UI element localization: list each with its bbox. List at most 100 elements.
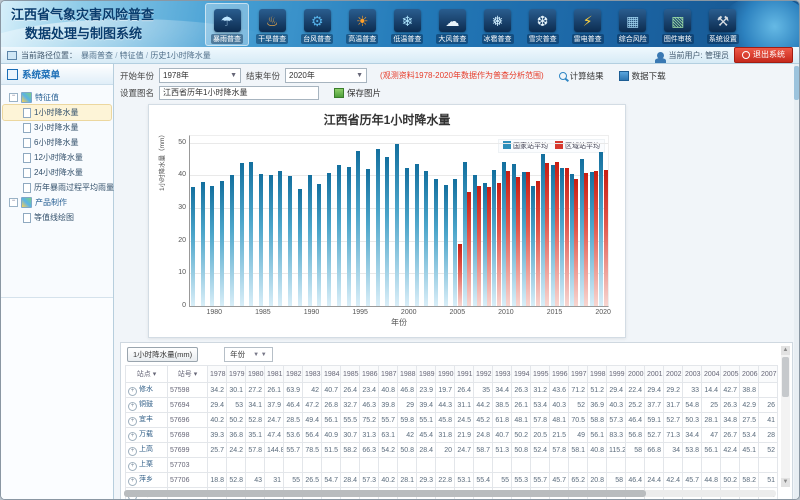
scroll-down-icon[interactable]: ▼ xyxy=(781,478,790,487)
controls: 开始年份 1978年▼ 结束年份 2020年▼ (观测资料1978-2020年数… xyxy=(114,64,799,102)
chart-title: 江西省历年1小时降水量 xyxy=(149,111,625,128)
value-cell: 24.8 xyxy=(474,428,493,443)
bar-regional-2008 xyxy=(487,187,491,306)
vertical-scroll-thumb[interactable] xyxy=(782,357,789,397)
end-year-select[interactable]: 2020年▼ xyxy=(285,68,367,83)
value-cell: 24.7 xyxy=(265,413,284,428)
gale-icon: ☁ xyxy=(439,9,466,32)
chart-name-input[interactable]: 江西省历年1小时降水量 xyxy=(159,86,319,100)
value-cell: 26.3 xyxy=(512,383,531,398)
sidebar-item-3h-precip[interactable]: 3小时降水量 xyxy=(3,120,111,135)
value-cell: 31.2 xyxy=(531,383,550,398)
breadcrumb-item[interactable]: 历史1小时降水量 xyxy=(150,51,210,60)
table-horizontal-scrollbar[interactable] xyxy=(124,490,776,497)
breadcrumb-separator: / xyxy=(113,51,120,60)
value-cell xyxy=(360,458,379,473)
column-header-year: 1985 xyxy=(341,366,360,383)
document-icon xyxy=(23,168,31,178)
value-cell: 50.8 xyxy=(398,443,417,458)
sidebar-item-contour-plot[interactable]: 等值线绘图 xyxy=(3,210,111,225)
toolbar-item-hail[interactable]: ❅冰雹普查 xyxy=(475,3,519,46)
breadcrumb-item[interactable]: 暴雨普查 xyxy=(81,51,113,60)
toolbar-item-typhoon[interactable]: ⚙台风普查 xyxy=(295,3,339,46)
scroll-up-icon[interactable]: ▲ xyxy=(781,346,790,355)
logout-button[interactable]: 退出系统 xyxy=(734,47,793,63)
sidebar-item-12h-precip[interactable]: 12小时降水量 xyxy=(3,150,111,165)
main-scroll-thumb[interactable] xyxy=(794,66,799,100)
save-image-button[interactable]: 保存图片 xyxy=(334,87,381,99)
sidebar-item-1h-precip[interactable]: 1小时降水量 xyxy=(3,105,111,120)
horizontal-scroll-thumb[interactable] xyxy=(124,490,646,497)
table-vertical-scrollbar[interactable]: ▲ ▼ xyxy=(781,346,790,487)
data-download-button[interactable]: 数据下载 xyxy=(619,70,666,82)
value-cell: 53.4 xyxy=(531,398,550,413)
bar-national-1990 xyxy=(308,175,312,306)
expand-icon[interactable]: + xyxy=(128,402,137,411)
station-id-cell: 57698 xyxy=(168,428,208,443)
toolbar-item-high-temp[interactable]: ☀高温普查 xyxy=(340,3,384,46)
station-name-cell[interactable]: +萍乡 xyxy=(126,473,168,488)
breadcrumb-item[interactable]: 特征值 xyxy=(120,51,144,60)
start-year-select[interactable]: 1978年▼ xyxy=(159,68,241,83)
collapse-icon[interactable]: − xyxy=(9,198,18,207)
toolbar-item-composite-risk[interactable]: ▦综合风险 xyxy=(611,3,655,46)
value-cell: 71.3 xyxy=(664,428,683,443)
column-header-year: 1989 xyxy=(417,366,436,383)
sidebar-group-product-making[interactable]: −产品制作 xyxy=(3,195,111,210)
collapse-icon[interactable]: − xyxy=(9,93,18,102)
toolbar-item-system-settings[interactable]: ⚒系统设置 xyxy=(701,3,745,46)
toolbar-item-gale[interactable]: ☁大风普查 xyxy=(430,3,474,46)
value-cell: 56.4 xyxy=(303,428,322,443)
toolbar-item-rainstorm[interactable]: ☂暴雨普查 xyxy=(205,3,249,46)
value-cell: 38.8 xyxy=(740,383,759,398)
expand-icon[interactable]: + xyxy=(128,432,137,441)
column-header-year: 1987 xyxy=(379,366,398,383)
expand-icon[interactable]: + xyxy=(128,387,137,396)
table-panel: 1小时降水量(mm) 年份 ▼ ▼ 站点 ▾站号 ▾19781979198019… xyxy=(120,342,793,500)
calc-result-button[interactable]: 计算结果 xyxy=(559,70,604,82)
station-name-cell[interactable]: +修水 xyxy=(126,383,168,398)
station-name-cell[interactable]: +宜丰 xyxy=(126,413,168,428)
expand-icon[interactable]: + xyxy=(128,417,137,426)
value-cell xyxy=(322,458,341,473)
chevron-down-icon: ▼ xyxy=(356,72,363,79)
unit-button[interactable]: 1小时降水量(mm) xyxy=(127,347,198,362)
toolbar-item-drought[interactable]: ♨干旱普查 xyxy=(250,3,294,46)
toolbar-item-low-temp[interactable]: ❄低温普查 xyxy=(385,3,429,46)
column-header-station[interactable]: 站点 ▾ xyxy=(126,366,168,383)
station-name-cell[interactable]: +上栗 xyxy=(126,458,168,473)
column-header-year: 1997 xyxy=(569,366,588,383)
sidebar-item-6h-precip[interactable]: 6小时降水量 xyxy=(3,135,111,150)
x-tick-label: 1995 xyxy=(347,309,373,316)
value-cell: 58 xyxy=(626,443,645,458)
toolbar-item-snow[interactable]: ❆雪灾普查 xyxy=(521,3,565,46)
header-toolbar: ☂暴雨普查♨干旱普查⚙台风普查☀高温普查❄低温普查☁大风普查❅冰雹普查❆雪灾普查… xyxy=(205,3,745,46)
main-vertical-scrollbar[interactable] xyxy=(794,64,799,500)
toolbar-item-map-review[interactable]: ▧图件审核 xyxy=(656,3,700,46)
expand-icon[interactable]: + xyxy=(128,477,137,486)
toolbar-item-lightning[interactable]: ⚡雷电普查 xyxy=(566,3,610,46)
sidebar-item-24h-precip[interactable]: 24小时降水量 xyxy=(3,165,111,180)
sidebar-item-label: 历年暴雨过程平均雨量 xyxy=(34,182,114,193)
expand-icon[interactable]: + xyxy=(128,462,137,471)
expand-icon[interactable]: + xyxy=(128,447,137,456)
column-header-station-id[interactable]: 站号 ▾ xyxy=(168,366,208,383)
sidebar-group-feature-values[interactable]: −特征值 xyxy=(3,90,111,105)
value-cell: 25.2 xyxy=(626,398,645,413)
station-name-cell[interactable]: +上高 xyxy=(126,443,168,458)
sidebar-item-annual-process-avg[interactable]: 历年暴雨过程平均雨量 xyxy=(3,180,111,195)
value-cell: 56.1 xyxy=(702,443,721,458)
value-cell: 58 xyxy=(607,473,626,488)
lightning-icon: ⚡ xyxy=(574,9,601,32)
year-filter-dropdown[interactable]: 年份 ▼ ▼ xyxy=(224,347,273,362)
value-cell: 36.9 xyxy=(588,398,607,413)
station-name-cell[interactable]: +万载 xyxy=(126,428,168,443)
column-header-year: 1984 xyxy=(322,366,341,383)
value-cell: 50.3 xyxy=(683,413,702,428)
value-cell: 46.8 xyxy=(398,383,417,398)
app-header: 江西省气象灾害风险普查 数据处理与制图系统 ☂暴雨普查♨干旱普查⚙台风普查☀高温… xyxy=(1,1,799,47)
value-cell: 56.1 xyxy=(588,428,607,443)
value-cell: 52 xyxy=(759,443,778,458)
value-cell: 30.1 xyxy=(227,383,246,398)
station-name-cell[interactable]: +铜鼓 xyxy=(126,398,168,413)
